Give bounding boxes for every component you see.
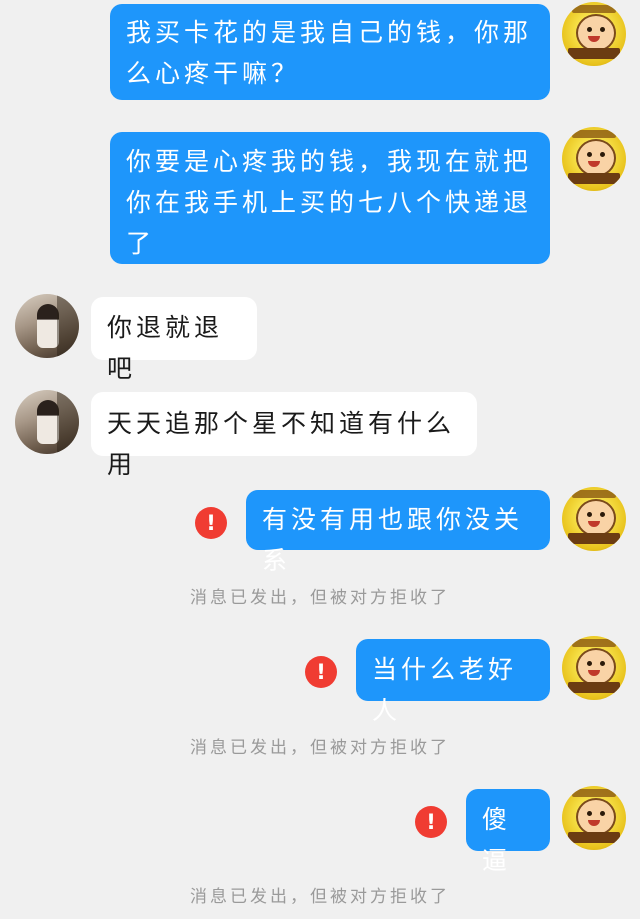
exclamation-icon[interactable]: ! [305, 656, 337, 688]
message-bubble-received[interactable]: 天天追那个星不知道有什么用 [91, 392, 477, 479]
avatar-self[interactable] [562, 636, 626, 700]
rejected-notice: 消息已发出，但被对方拒收了 [190, 738, 450, 758]
avatar-self[interactable] [562, 786, 626, 850]
chat-thread: 我买卡花的是我自己的钱，你那么心疼干嘛？ 你要是心疼我的钱，我现在就把你在我手机… [0, 0, 640, 919]
rejected-notice: 消息已发出，但被对方拒收了 [190, 588, 450, 608]
avatar-self[interactable] [562, 127, 626, 191]
exclamation-icon[interactable]: ! [415, 806, 447, 838]
avatar-self[interactable] [562, 2, 626, 66]
message-bubble-sent[interactable]: 你要是心疼我的钱，我现在就把你在我手机上买的七八个快递退了 [110, 132, 550, 264]
avatar-contact[interactable] [15, 294, 79, 358]
message-bubble-sent[interactable]: 有没有用也跟你没关系 [246, 490, 550, 575]
message-bubble-sent[interactable]: 我买卡花的是我自己的钱，你那么心疼干嘛？ [110, 4, 550, 100]
avatar-self[interactable] [562, 487, 626, 551]
exclamation-icon[interactable]: ! [195, 507, 227, 539]
avatar-contact[interactable] [15, 390, 79, 454]
message-bubble-received[interactable]: 你退就退吧 [91, 297, 257, 383]
rejected-notice: 消息已发出，但被对方拒收了 [190, 887, 450, 907]
message-bubble-sent[interactable]: 傻逼 [466, 789, 550, 875]
message-bubble-sent[interactable]: 当什么老好人 [356, 639, 550, 725]
